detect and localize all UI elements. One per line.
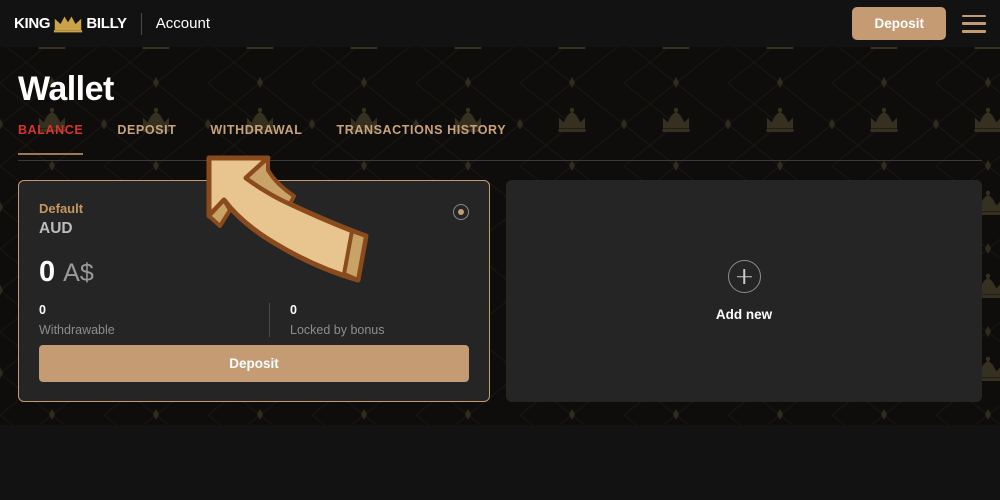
page-title: Wallet xyxy=(18,70,114,108)
header-divider xyxy=(140,12,142,35)
tab-withdrawal[interactable]: WITHDRAWAL xyxy=(210,123,302,155)
locked-value: 0 xyxy=(290,303,297,317)
locked-label: Locked by bonus xyxy=(290,323,385,337)
balance-card-default[interactable]: Default AUD 0 A$ 0 Withdrawable 0 Locked… xyxy=(18,180,490,402)
card-deposit-button[interactable]: Deposit xyxy=(39,345,469,382)
radio-selected-icon[interactable] xyxy=(453,204,469,220)
add-new-account-card[interactable]: Add new xyxy=(506,180,982,402)
hamburger-menu-icon[interactable] xyxy=(962,14,986,33)
balance-card-currency: AUD xyxy=(39,220,73,237)
plus-circle-icon xyxy=(727,260,761,293)
brand-word-billy: BILLY xyxy=(86,15,127,32)
header-deposit-button[interactable]: Deposit xyxy=(852,7,946,40)
crown-icon xyxy=(54,16,83,32)
stat-locked-by-bonus: 0 Locked by bonus xyxy=(269,303,469,337)
brand-logo[interactable]: KING BILLY xyxy=(14,15,127,33)
header-actions: Deposit xyxy=(852,7,986,40)
tab-balance[interactable]: BALANCE xyxy=(18,123,84,155)
top-header-bar: KING BILLY Account Deposit xyxy=(0,0,1000,47)
stat-withdrawable: 0 Withdrawable xyxy=(39,303,269,337)
radio-dot xyxy=(458,209,464,215)
withdrawable-value: 0 xyxy=(39,303,46,317)
brand-word-king: KING xyxy=(14,15,51,32)
balance-amount-row: 0 A$ xyxy=(39,256,469,289)
tabs-underline-rule xyxy=(18,160,982,161)
tab-deposit[interactable]: DEPOSIT xyxy=(117,123,176,155)
balance-stats: 0 Withdrawable 0 Locked by bonus xyxy=(39,303,469,337)
balance-card-name: Default xyxy=(39,201,84,216)
add-new-label: Add new xyxy=(715,307,773,322)
wallet-cards-row: Default AUD 0 A$ 0 Withdrawable 0 Locked… xyxy=(18,180,982,402)
wallet-tabs: BALANCE DEPOSIT WITHDRAWAL TRANSACTIONS … xyxy=(18,123,540,155)
section-label-account: Account xyxy=(155,15,210,32)
tab-transactions-history[interactable]: TRANSACTIONS HISTORY xyxy=(337,123,507,155)
wallet-page: KING BILLY Account Deposit Wallet BALANC… xyxy=(0,0,1000,500)
balance-amount-value: 0 xyxy=(39,256,56,288)
withdrawable-label: Withdrawable xyxy=(39,323,115,337)
balance-amount-symbol: A$ xyxy=(63,259,94,287)
